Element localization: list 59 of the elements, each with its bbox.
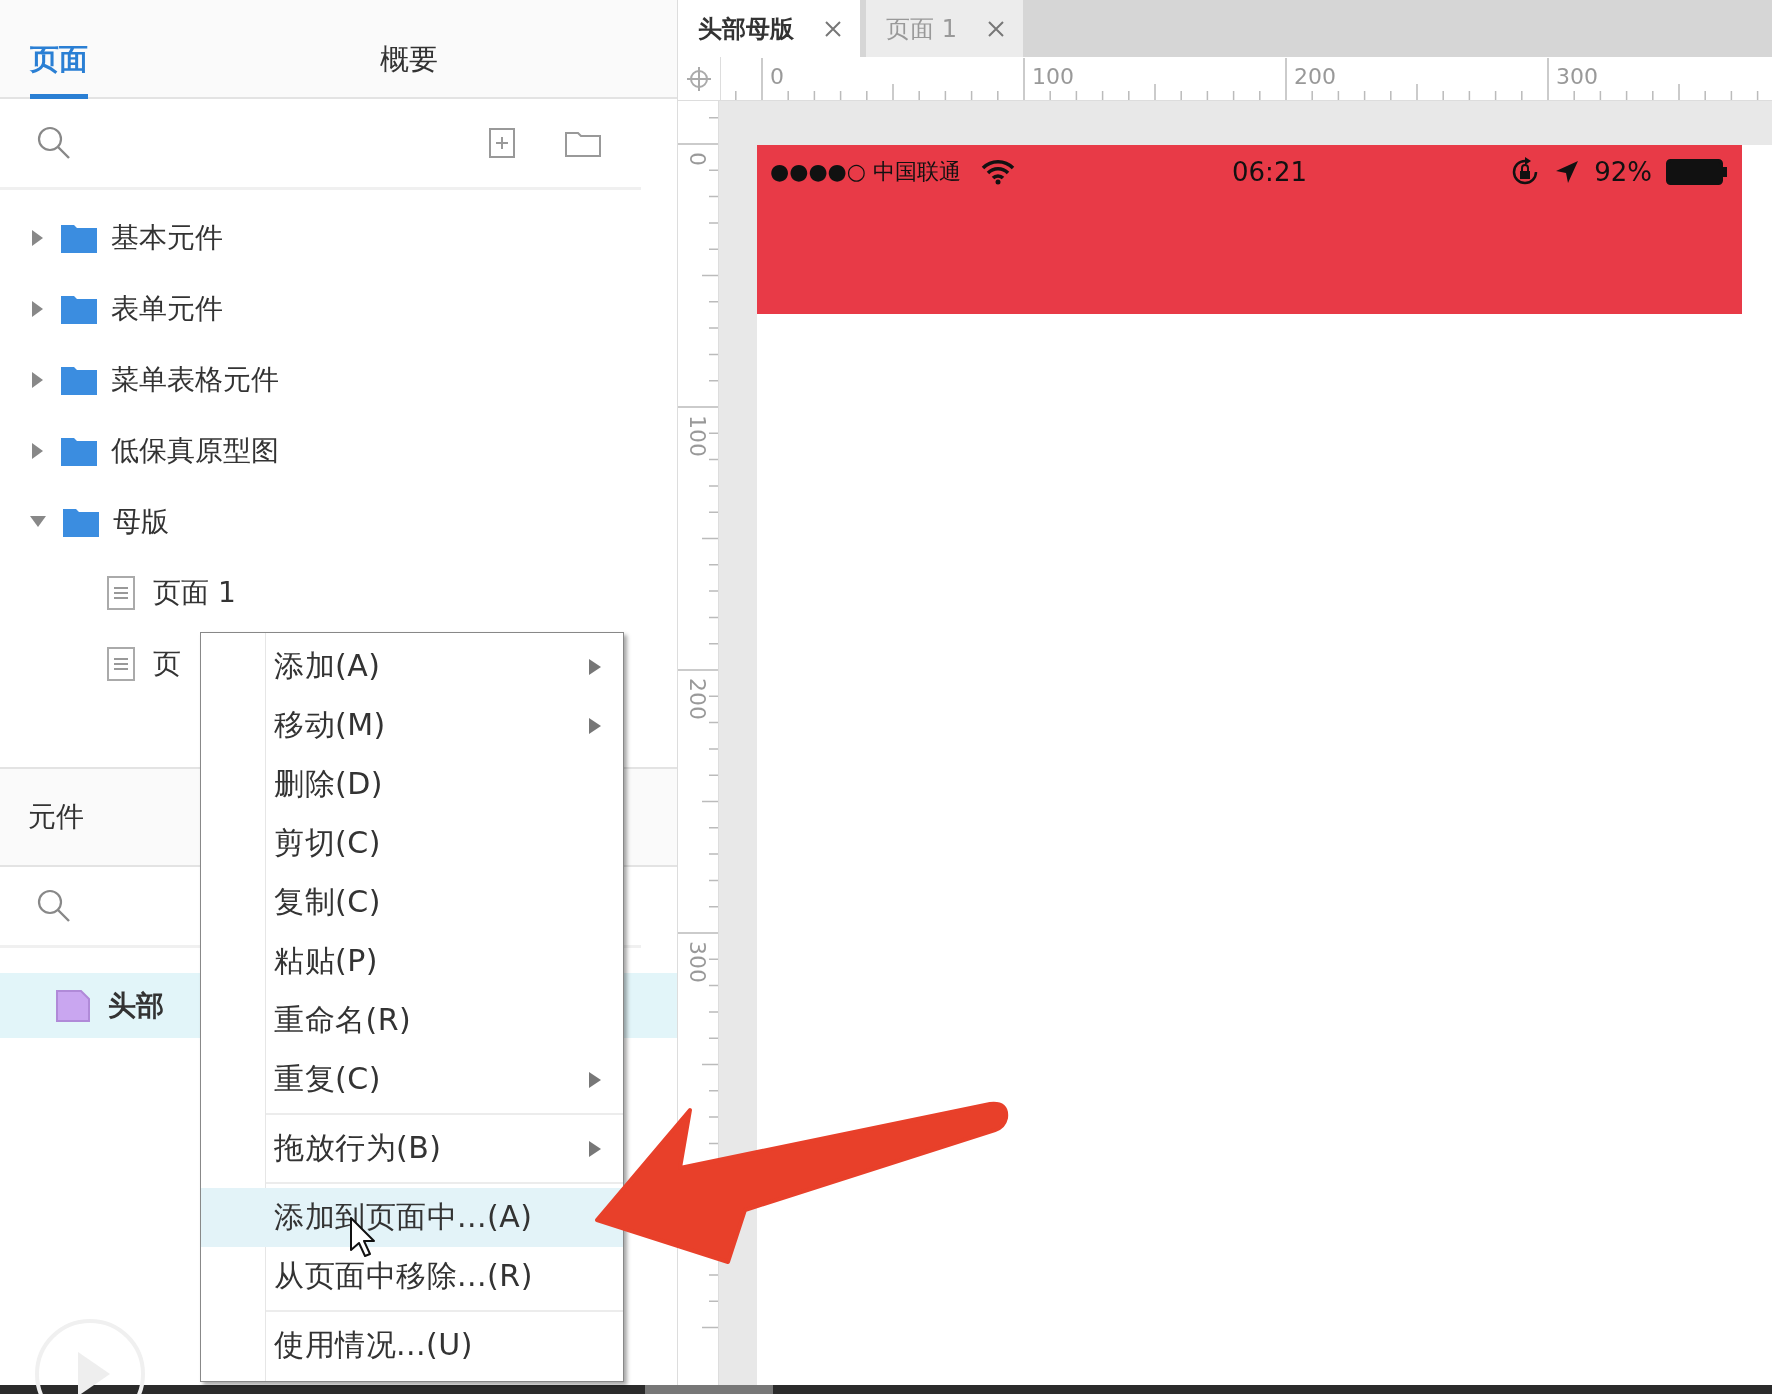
time-label: 06:21: [1232, 157, 1307, 187]
expand-icon[interactable]: [32, 300, 43, 317]
folder-icon: [61, 293, 97, 324]
menu-item[interactable]: 使用情况...(U): [201, 1316, 623, 1375]
master-label: 头部: [108, 987, 164, 1024]
carrier-label: ●●●●○ 中国联通: [770, 158, 961, 186]
page-icon: [107, 575, 135, 610]
menu-item[interactable]: 从页面中移除...(R): [201, 1247, 623, 1306]
ruler-label: 200: [685, 678, 710, 720]
page-icon: [107, 646, 135, 681]
section-title: 元件: [28, 799, 84, 835]
wifi-icon: [981, 159, 1015, 185]
ruler-label: 300: [1556, 64, 1598, 89]
menu-item[interactable]: 重复(C): [201, 1050, 623, 1109]
tree-item[interactable]: 菜单表格元件: [111, 360, 279, 399]
document-tab[interactable]: 头部母版: [678, 0, 860, 57]
ruler-label: 100: [685, 415, 710, 457]
ruler-label: 300: [685, 941, 710, 983]
folder-icon: [63, 506, 99, 537]
master-icon: [56, 989, 90, 1022]
menu-item[interactable]: 复制(C): [201, 873, 623, 932]
add-page-icon[interactable]: [489, 128, 515, 158]
scrollbar[interactable]: [645, 1385, 773, 1394]
play-icon[interactable]: [34, 1318, 146, 1394]
panel-tab[interactable]: 页面: [30, 40, 88, 99]
close-icon[interactable]: [824, 19, 842, 38]
ruler-label: 200: [1294, 64, 1336, 89]
ruler-label: 0: [770, 64, 784, 89]
add-folder-icon[interactable]: [565, 129, 601, 157]
ruler-label: 0: [685, 152, 710, 166]
expand-icon[interactable]: [32, 229, 43, 246]
search-icon[interactable]: [36, 125, 72, 161]
tree-item[interactable]: 母版: [113, 502, 169, 541]
tree-item[interactable]: 基本元件: [111, 218, 223, 257]
collapse-icon[interactable]: [30, 516, 46, 527]
expand-icon[interactable]: [32, 442, 43, 459]
expand-icon[interactable]: [32, 371, 43, 388]
search-icon[interactable]: [36, 888, 72, 924]
ruler-label: 100: [1032, 64, 1074, 89]
folder-icon: [61, 435, 97, 466]
tree-item[interactable]: 页面 1: [153, 573, 236, 612]
tree-item[interactable]: 页: [153, 644, 181, 683]
battery-icon: [1666, 159, 1728, 185]
tree-item[interactable]: 表单元件: [111, 289, 223, 328]
folder-icon: [61, 364, 97, 395]
location-arrow-icon: [1554, 159, 1581, 185]
menu-item[interactable]: 添加(A): [201, 637, 623, 696]
menu-item[interactable]: 重命名(R): [201, 991, 623, 1050]
menu-item[interactable]: 拖放行为(B): [201, 1119, 623, 1178]
panel-tab[interactable]: 概要: [380, 40, 438, 99]
close-icon[interactable]: [986, 19, 1005, 38]
folder-icon: [61, 222, 97, 253]
battery-label: 92%: [1594, 157, 1652, 187]
menu-item[interactable]: 移动(M): [201, 696, 623, 755]
menu-item[interactable]: 剪切(C): [201, 814, 623, 873]
crosshair-icon[interactable]: [686, 65, 712, 92]
menu-item[interactable]: 删除(D): [201, 755, 623, 814]
tree-item[interactable]: 低保真原型图: [111, 431, 279, 470]
menu-item[interactable]: 粘贴(P): [201, 932, 623, 991]
